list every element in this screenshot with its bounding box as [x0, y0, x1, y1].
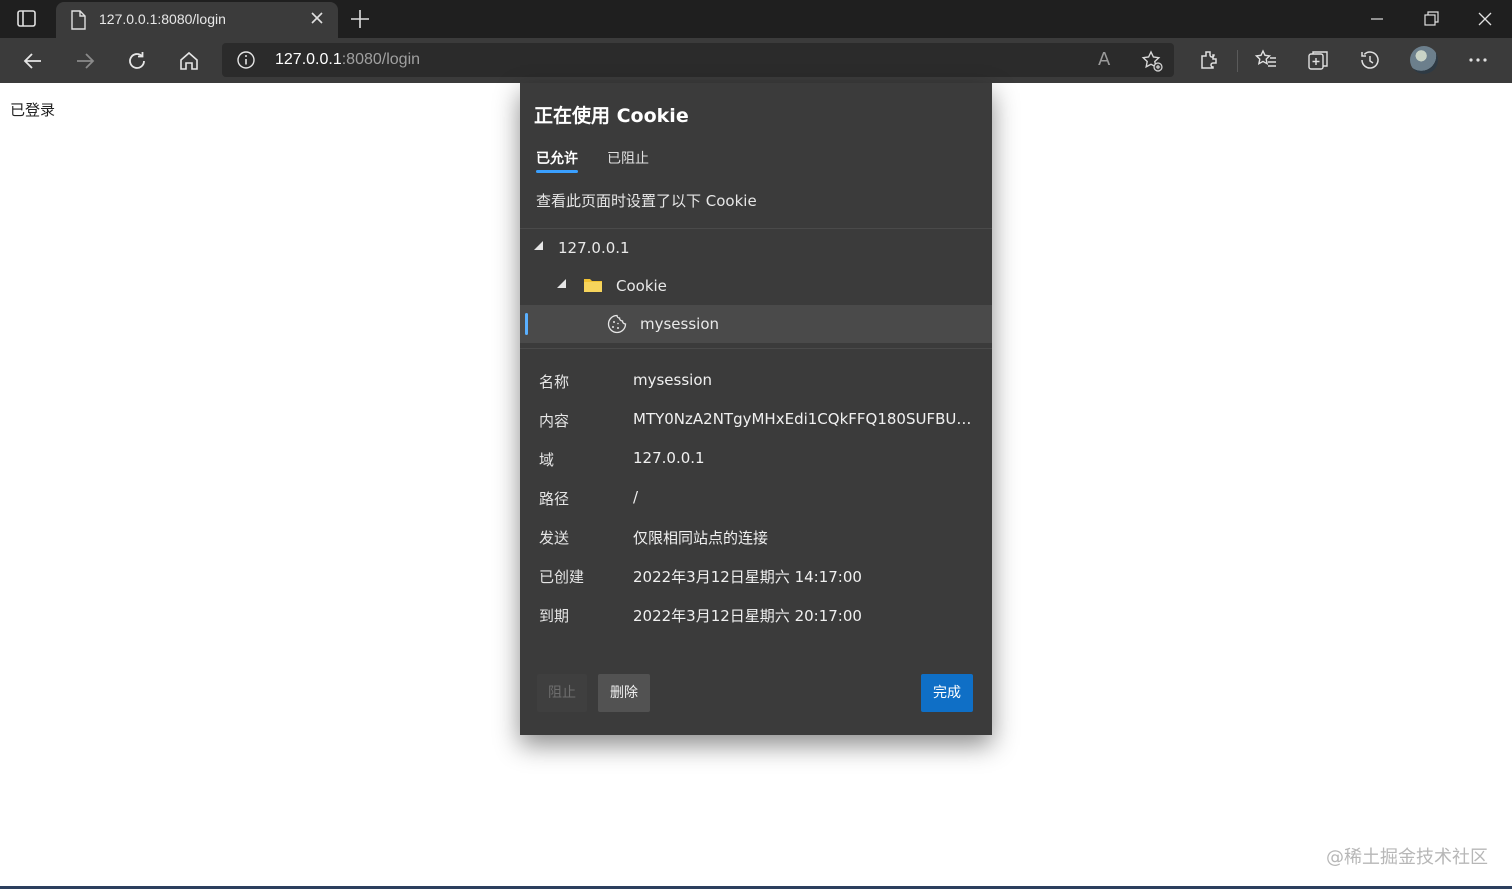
dialog-description: 查看此页面时设置了以下 Cookie — [536, 192, 757, 210]
folder-icon — [583, 276, 603, 298]
detail-row-send: 发送 仅限相同站点的连接 — [520, 525, 992, 549]
address-bar[interactable]: 127.0.0.1:8080/login A — [222, 43, 1174, 77]
tree-node-folder[interactable]: Cookie — [520, 267, 992, 305]
detail-row-domain: 域 127.0.0.1 — [520, 447, 992, 471]
cookie-label: mysession — [640, 315, 720, 333]
tab-title: 127.0.0.1:8080/login — [99, 11, 226, 27]
detail-value: / — [633, 488, 639, 506]
detail-key: 域 — [539, 451, 555, 469]
done-button[interactable]: 完成 — [921, 674, 973, 712]
folder-label: Cookie — [616, 277, 667, 295]
dialog-title: 正在使用 Cookie — [534, 105, 689, 127]
read-aloud-label: A — [1098, 49, 1111, 70]
delete-button[interactable]: 删除 — [598, 674, 650, 712]
detail-key: 已创建 — [539, 568, 585, 586]
detail-value: 2022年3月12日星期六 20:17:00 — [633, 607, 862, 625]
history-icon[interactable] — [1358, 48, 1382, 76]
close-tab-icon[interactable] — [310, 11, 324, 29]
cookie-dialog: 正在使用 Cookie 已允许 已阻止 查看此页面时设置了以下 Cookie 1… — [520, 83, 992, 735]
tab-bar: 127.0.0.1:8080/login — [0, 0, 1512, 38]
page-icon — [70, 10, 86, 34]
profile-avatar[interactable] — [1410, 46, 1438, 74]
tab-actions-icon[interactable] — [16, 9, 38, 29]
site-info-icon[interactable] — [236, 50, 256, 74]
expand-triangle-icon[interactable] — [534, 241, 543, 250]
tab-blocked[interactable]: 已阻止 — [607, 148, 649, 168]
detail-value: MTY0NzA2NTgyMHxEdi1CQkFFQ180SUFBUkFCR... — [633, 410, 978, 428]
cookie-icon — [607, 314, 627, 338]
tree-node-cookie[interactable]: mysession — [520, 305, 992, 343]
detail-row-name: 名称 mysession — [520, 369, 992, 393]
read-aloud-icon[interactable]: A — [1098, 49, 1110, 70]
divider — [520, 348, 992, 349]
detail-row-expires: 到期 2022年3月12日星期六 20:17:00 — [520, 603, 992, 627]
more-options-icon[interactable] — [1466, 48, 1490, 76]
favorites-icon[interactable] — [1254, 48, 1278, 76]
refresh-icon[interactable] — [125, 49, 149, 73]
detail-key: 名称 — [539, 373, 570, 391]
url-path: :8080/login — [341, 51, 421, 68]
extensions-icon[interactable] — [1197, 48, 1221, 76]
detail-key: 内容 — [539, 412, 570, 430]
minimize-icon[interactable] — [1366, 8, 1388, 30]
close-window-icon[interactable] — [1474, 8, 1496, 30]
toolbar-divider — [1237, 50, 1238, 72]
home-icon[interactable] — [177, 49, 201, 73]
block-button[interactable]: 阻止 — [537, 674, 587, 712]
detail-key: 路径 — [539, 490, 570, 508]
url-text[interactable]: 127.0.0.1:8080/login — [275, 51, 420, 69]
browser-tab[interactable]: 127.0.0.1:8080/login — [56, 2, 338, 38]
detail-row-created: 已创建 2022年3月12日星期六 14:17:00 — [520, 564, 992, 588]
detail-value: 仅限相同站点的连接 — [633, 529, 769, 547]
add-favorite-icon[interactable] — [1140, 49, 1164, 77]
site-label: 127.0.0.1 — [558, 239, 630, 257]
detail-value: mysession — [633, 371, 713, 389]
expand-triangle-icon[interactable] — [557, 279, 566, 288]
detail-row-path: 路径 / — [520, 486, 992, 510]
tab-allowed[interactable]: 已允许 — [536, 148, 578, 173]
navigation-bar: 127.0.0.1:8080/login A — [0, 38, 1512, 83]
detail-key: 到期 — [539, 607, 570, 625]
new-tab-icon[interactable] — [349, 8, 371, 34]
watermark: @稀土掘金技术社区 — [1326, 847, 1488, 868]
login-status-text: 已登录 — [10, 101, 56, 119]
detail-row-content: 内容 MTY0NzA2NTgyMHxEdi1CQkFFQ180SUFBUkFCR… — [520, 408, 992, 432]
detail-value: 127.0.0.1 — [633, 449, 705, 467]
selection-indicator — [525, 313, 528, 335]
url-host: 127.0.0.1 — [275, 51, 342, 68]
detail-value: 2022年3月12日星期六 14:17:00 — [633, 568, 862, 586]
restore-icon[interactable] — [1420, 8, 1442, 30]
back-icon[interactable] — [21, 49, 45, 73]
forward-icon[interactable] — [73, 49, 97, 73]
collections-icon[interactable] — [1306, 48, 1330, 76]
detail-key: 发送 — [539, 529, 570, 547]
tree-node-site[interactable]: 127.0.0.1 — [520, 229, 992, 267]
